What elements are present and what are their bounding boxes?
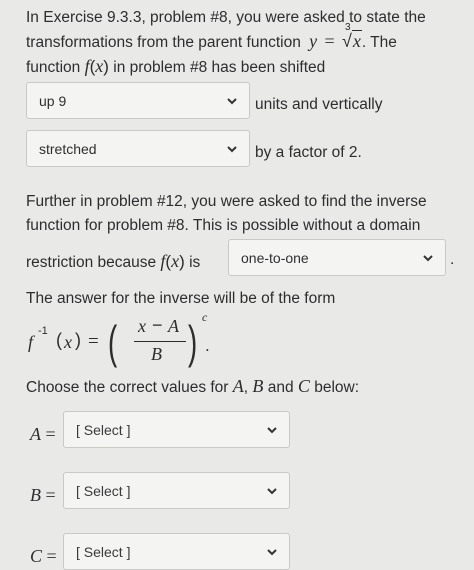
root-index: 3: [344, 22, 351, 33]
further-line-3-text: restriction because: [26, 254, 157, 271]
formula-f: f: [28, 332, 34, 352]
intro-line-2-end: . The: [361, 34, 397, 51]
label-A-equals: =: [45, 424, 56, 444]
label-C-var: C: [30, 546, 43, 566]
choose-C: C: [297, 376, 310, 396]
choose-below: below:: [314, 379, 360, 396]
shift-select[interactable]: up 9: [26, 82, 250, 119]
formula-paren-close: ): [75, 330, 81, 350]
label-B: B =: [30, 485, 56, 506]
formula-numer-x: x: [138, 316, 146, 336]
choose-comma: ,: [243, 379, 249, 396]
formula-denom-B: B: [151, 344, 162, 364]
further-line-3: restriction because f(x) is: [26, 251, 200, 272]
fx-paren-close: ): [179, 252, 185, 271]
formula-power-c: c: [202, 310, 208, 324]
B-select[interactable]: [ Select ]: [63, 472, 290, 509]
choose-and: and: [267, 379, 294, 396]
is-text: is: [189, 254, 201, 271]
stretch-select[interactable]: stretched: [26, 130, 250, 167]
intro-line-3-end: in problem #8 has been shifted: [113, 59, 326, 76]
label-B-equals: =: [45, 485, 56, 505]
formula-x: x: [64, 332, 72, 352]
intro-line-1: In Exercise 9.3.3, problem #8, you were …: [26, 9, 426, 26]
intro-line-2-text: transformations from the parent function: [26, 34, 301, 51]
radical-sign: √: [341, 31, 352, 51]
further-line-1: Further in problem #12, you were asked t…: [26, 193, 427, 210]
formula-big-paren-open: (: [108, 316, 118, 368]
restriction-period: .: [450, 251, 455, 268]
A-select-placeholder: [ Select ]: [76, 421, 131, 438]
restriction-select-value: one-to-one: [241, 249, 309, 266]
chevron-down-icon: [227, 145, 237, 152]
shift-select-value: up 9: [39, 92, 67, 109]
intro-line-3-text: function: [26, 59, 81, 76]
choose-text: Choose the correct values for: [26, 379, 229, 396]
label-C: C =: [30, 546, 57, 567]
chevron-down-icon: [423, 254, 433, 261]
chevron-down-icon: [227, 97, 237, 104]
A-select[interactable]: [ Select ]: [63, 411, 290, 448]
fx-paren-close: ): [103, 57, 109, 76]
cube-root: 3 √x: [341, 22, 362, 52]
formula-equals: =: [88, 331, 99, 352]
eq-equals: =: [324, 31, 335, 51]
label-B-var: B: [30, 485, 41, 505]
further-line-2: function for problem #8. This is possibl…: [26, 217, 421, 234]
formula-numer-A: A: [168, 316, 179, 336]
formula-exponent: -1: [38, 325, 48, 337]
C-select[interactable]: [ Select ]: [63, 533, 290, 570]
label-A: A =: [30, 424, 56, 445]
restriction-select[interactable]: one-to-one: [228, 239, 446, 276]
choose-B: B: [252, 376, 264, 396]
C-select-placeholder: [ Select ]: [76, 543, 131, 560]
chevron-down-icon: [267, 487, 277, 494]
fraction-bar: [134, 341, 186, 342]
chevron-down-icon: [267, 548, 277, 555]
stretch-select-value: stretched: [39, 140, 97, 157]
fx-x: x: [171, 251, 180, 271]
choose-line: Choose the correct values for A, B and C…: [26, 376, 359, 397]
intro-line-3: function f(x) in problem #8 has been shi…: [26, 56, 325, 77]
inverse-formula: f -1 ( x ) = ( x − A B ) c .: [28, 310, 228, 370]
after-shift-text: units and vertically: [255, 96, 383, 113]
eq-y: y: [309, 31, 318, 51]
intro-line-2: transformations from the parent function…: [26, 22, 397, 52]
answer-line: The answer for the inverse will be of th…: [26, 290, 336, 307]
formula-big-paren-close: ): [188, 316, 198, 368]
formula-period: .: [205, 336, 210, 355]
formula-minus: −: [152, 315, 163, 335]
formula-paren-open: (: [56, 330, 62, 350]
B-select-placeholder: [ Select ]: [76, 482, 131, 499]
after-stretch-text: by a factor of 2.: [255, 144, 362, 161]
choose-A: A: [232, 376, 244, 396]
label-C-equals: =: [46, 546, 57, 566]
root-var: x: [351, 30, 362, 51]
chevron-down-icon: [267, 426, 277, 433]
label-A-var: A: [30, 424, 41, 444]
